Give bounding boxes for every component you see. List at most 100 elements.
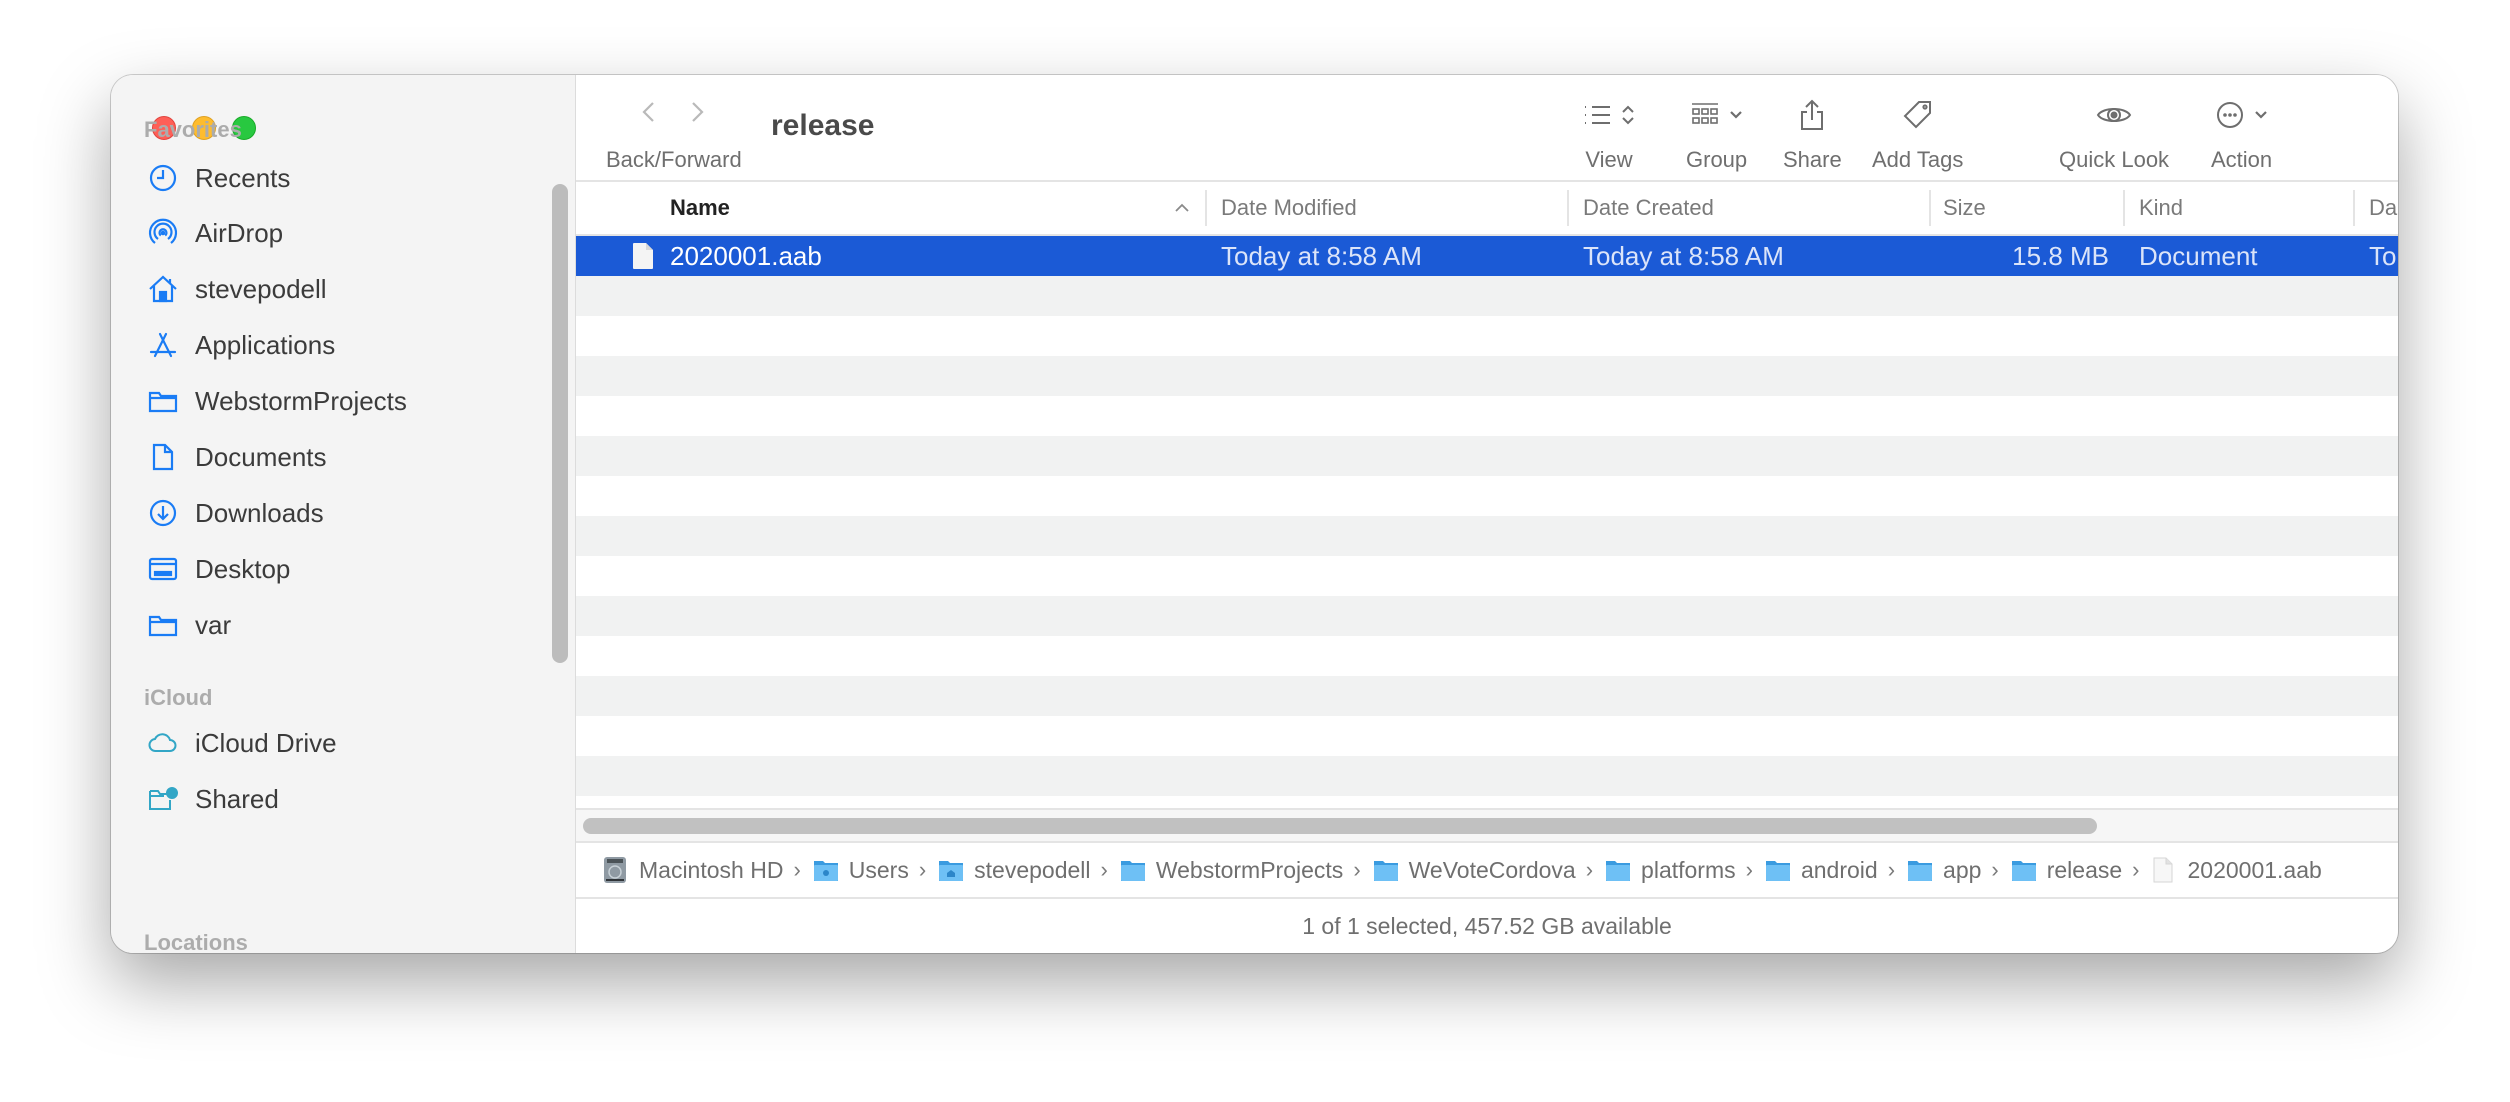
forward-button[interactable]: [686, 97, 710, 132]
sidebar-item-var[interactable]: var: [147, 601, 547, 649]
folder-icon: [1907, 858, 1933, 882]
column-header-size[interactable]: Size: [1929, 182, 1986, 234]
horizontal-scrollbar[interactable]: [576, 808, 2398, 843]
folder-icon: [1120, 858, 1146, 882]
chevron-right-icon: ›: [2132, 857, 2140, 882]
hard-drive-icon: [603, 857, 629, 883]
group-icon: [1691, 103, 1718, 124]
cloud-icon: [147, 727, 179, 759]
path-item-android[interactable]: android ›: [1765, 857, 1907, 884]
sidebar-scrollbar[interactable]: [552, 184, 568, 663]
path-item-release[interactable]: release ›: [2011, 857, 2152, 884]
chevron-right-icon: ›: [1991, 857, 1999, 882]
back-button[interactable]: [636, 97, 660, 132]
sidebar-item-downloads[interactable]: Downloads: [147, 489, 547, 537]
sidebar-item-airdrop[interactable]: AirDrop: [147, 209, 547, 257]
add-tags-button[interactable]: Add Tags: [1872, 95, 1963, 173]
sidebar-item-label: stevepodell: [195, 273, 327, 304]
toolbar: Back/Forward release View Group Share Ad…: [576, 75, 2398, 182]
path-item-macintosh-hd[interactable]: Macintosh HD ›: [603, 857, 813, 884]
sidebar-item-applications[interactable]: Applications: [147, 321, 547, 369]
sidebar-item-label: Downloads: [195, 497, 324, 528]
file-list: 2020001.aab Today at 8:58 AM Today at 8:…: [576, 236, 2398, 805]
sidebar-item-icloud-drive[interactable]: iCloud Drive: [147, 719, 547, 767]
empty-row: [576, 396, 2398, 436]
column-header-date-modified[interactable]: Date Modified: [1205, 182, 1357, 234]
folder-icon: [1373, 858, 1399, 882]
chevron-right-icon: ›: [1887, 857, 1896, 882]
sidebar: Favorites Recents AirDrop stevepodell Ap…: [111, 75, 576, 953]
empty-row: [576, 716, 2398, 756]
chevron-down-icon: [2254, 111, 2267, 119]
file-date-modified: Today at 8:58 AM: [1221, 240, 1422, 271]
sidebar-item-label: WebstormProjects: [195, 385, 407, 416]
folder-icon: [1605, 858, 1631, 882]
download-icon: [147, 497, 179, 529]
chevron-right-icon: ›: [1585, 857, 1594, 882]
file-date-added: To: [2369, 240, 2397, 271]
group-button[interactable]: Group: [1686, 95, 1747, 173]
sidebar-item-label: Shared: [195, 783, 279, 814]
path-item-app[interactable]: app ›: [1907, 857, 2011, 884]
chevron-right-icon: ›: [1100, 857, 1108, 882]
sidebar-item-desktop[interactable]: Desktop: [147, 545, 547, 593]
sidebar-item-stevepodell[interactable]: stevepodell: [147, 265, 547, 313]
sidebar-heading-locations: Locations: [144, 930, 248, 953]
empty-row: [576, 276, 2398, 316]
sidebar-item-shared[interactable]: Shared: [147, 775, 547, 823]
chevron-right-icon: ›: [1745, 857, 1753, 882]
column-header-date-created[interactable]: Date Created: [1567, 182, 1714, 234]
empty-row: [576, 596, 2398, 636]
file-icon: [632, 236, 654, 276]
sidebar-item-webstormprojects[interactable]: WebstormProjects: [147, 377, 547, 425]
action-button[interactable]: Action: [2211, 95, 2272, 173]
sort-ascending-icon[interactable]: [1172, 198, 1192, 218]
airdrop-icon: [147, 217, 179, 249]
quick-look-button[interactable]: Quick Look: [2059, 95, 2169, 173]
share-button[interactable]: Share: [1783, 95, 1842, 173]
sidebar-item-label: Desktop: [195, 553, 291, 584]
sidebar-item-recents[interactable]: Recents: [147, 154, 547, 202]
empty-row: [576, 436, 2398, 476]
sidebar-item-label: var: [195, 609, 232, 640]
eye-icon: [2096, 108, 2132, 122]
column-header-kind[interactable]: Kind: [2123, 182, 2183, 234]
sidebar-item-documents[interactable]: Documents: [147, 433, 547, 481]
path-item-file[interactable]: 2020001.aab: [2152, 857, 2322, 884]
status-text: 1 of 1 selected, 457.52 GB available: [1302, 912, 1672, 939]
column-header-date-added[interactable]: Da: [2353, 182, 2397, 234]
file-name: 2020001.aab: [670, 240, 822, 271]
chevron-right-icon: [692, 102, 704, 122]
file-kind: Document: [2139, 240, 2258, 271]
clock-icon: [147, 162, 179, 194]
folder-icon: [2011, 858, 2037, 882]
path-bar: Macintosh HD › Users › stevepodell › Web…: [576, 843, 2398, 899]
sidebar-item-label: Recents: [195, 162, 291, 193]
view-button[interactable]: View: [1582, 95, 1636, 173]
share-icon: [1801, 99, 1824, 130]
path-item-webstormprojects[interactable]: WebstormProjects ›: [1120, 857, 1373, 884]
folder-icon: [1765, 858, 1791, 882]
shared-folder-icon: [147, 783, 179, 815]
column-header-name[interactable]: Name: [670, 182, 730, 234]
window-title: release: [771, 109, 875, 142]
empty-row: [576, 676, 2398, 716]
folder-icon: [147, 385, 179, 417]
sidebar-item-label: Documents: [195, 441, 327, 472]
desktop-icon: [147, 553, 179, 585]
chevron-updown-icon: [1622, 105, 1634, 125]
path-item-users[interactable]: Users ›: [813, 857, 938, 884]
path-item-platforms[interactable]: platforms ›: [1605, 857, 1765, 884]
path-item-wevotecordova[interactable]: WeVoteCordova ›: [1373, 857, 1605, 884]
back-forward-control: [636, 97, 710, 132]
sidebar-item-label: Applications: [195, 329, 336, 360]
ellipsis-circle-icon: [2216, 102, 2243, 128]
empty-row: [576, 356, 2398, 396]
empty-row: [576, 476, 2398, 516]
chevron-down-icon: [1729, 111, 1742, 119]
column-header-bar: Name Date Modified Date Created Size Kin…: [576, 182, 2398, 236]
empty-row: [576, 636, 2398, 676]
horizontal-scrollbar-thumb[interactable]: [583, 818, 2097, 834]
file-row[interactable]: 2020001.aab Today at 8:58 AM Today at 8:…: [576, 236, 2398, 276]
path-item-stevepodell[interactable]: stevepodell ›: [938, 857, 1120, 884]
